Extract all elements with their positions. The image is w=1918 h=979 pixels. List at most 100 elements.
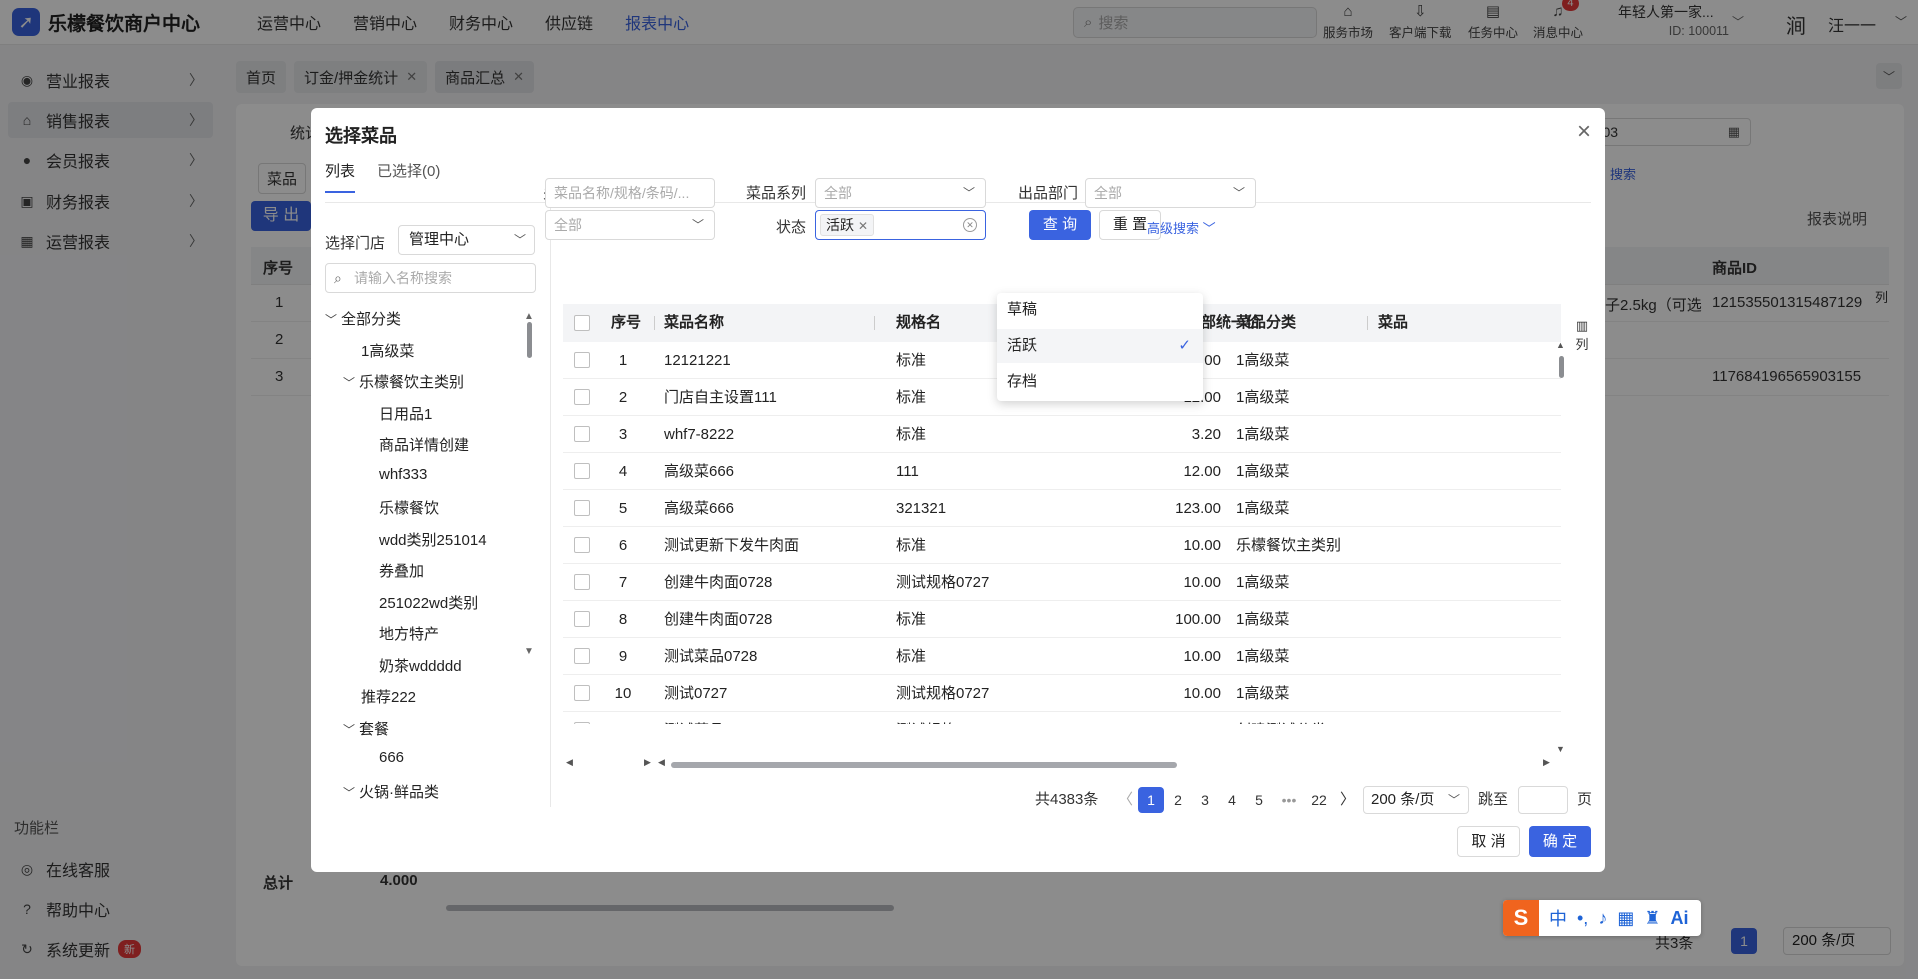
prev-page-button[interactable]: 〈	[1118, 787, 1133, 813]
page-22[interactable]: 22	[1306, 787, 1332, 813]
scroll-down-arrow-icon[interactable]: ▼	[524, 646, 534, 657]
table-row[interactable]: 7 创建牛肉面0728 测试规格0727 10.00 1高级菜	[563, 564, 1561, 601]
tree-node[interactable]: ﹀ 乐檬餐饮主类别	[343, 371, 464, 392]
shirt-icon[interactable]: ♜	[1644, 908, 1660, 929]
keyword-input[interactable]: 菜品名称/规格/条码/...	[545, 178, 715, 208]
keyword-placeholder: 菜品名称/规格/条码/...	[554, 185, 690, 201]
tree-scrollbar[interactable]	[527, 322, 532, 358]
advanced-search-link[interactable]: 高级搜索 ﹀	[1147, 218, 1216, 237]
status-option-draft[interactable]: 草稿	[997, 293, 1203, 327]
table-vertical-scrollbar[interactable]	[1559, 356, 1564, 378]
query-button[interactable]: 查 询	[1029, 210, 1091, 240]
column-settings-button[interactable]: ▥ 列	[1573, 318, 1591, 353]
table-row[interactable]: 9 测试菜品0728 标准 10.00 1高级菜	[563, 638, 1561, 675]
tree-node[interactable]: 251022wd类别	[379, 592, 478, 613]
series-select[interactable]: 全部 ﹀	[815, 178, 986, 208]
row-checkbox[interactable]	[574, 352, 590, 368]
row-checkbox[interactable]	[574, 611, 590, 627]
tree-node[interactable]: 券叠加	[379, 560, 424, 581]
table-row[interactable]: 10 测试0727 测试规格0727 10.00 1高级菜	[563, 675, 1561, 712]
tree-node[interactable]: 推荐222	[361, 686, 416, 707]
table-horizontal-scrollbar[interactable]	[671, 762, 1177, 768]
row-checkbox[interactable]	[574, 463, 590, 479]
mic-icon[interactable]: ♪	[1598, 908, 1607, 929]
series-value: 全部	[824, 185, 852, 201]
ime-lang-toggle[interactable]: 中	[1549, 905, 1567, 931]
page-4[interactable]: 4	[1219, 787, 1245, 813]
ime-punct-toggle[interactable]: •,	[1577, 908, 1588, 929]
row-checkbox[interactable]	[574, 685, 590, 701]
scroll-right-arrow-icon[interactable]: ▶	[1543, 757, 1550, 768]
page-3[interactable]: 3	[1192, 787, 1218, 813]
select-all-checkbox[interactable]	[574, 315, 590, 331]
keyboard-icon[interactable]: ▦	[1617, 908, 1634, 929]
tree-node[interactable]: 乐檬餐饮	[379, 497, 439, 518]
status-option-active[interactable]: 活跃 ✓	[997, 329, 1203, 363]
page-ellipsis[interactable]: •••	[1276, 787, 1302, 813]
chevron-down-icon[interactable]: ﹀	[343, 721, 359, 738]
table-row[interactable]: 3 whf7-8222 标准 3.20 1高级菜	[563, 416, 1561, 453]
status-option-archived[interactable]: 存档	[997, 365, 1203, 399]
row-checkbox[interactable]	[574, 500, 590, 516]
tree-node[interactable]: 666	[379, 749, 404, 766]
row-name: 测试菜品0727	[664, 712, 757, 724]
jump-page-input[interactable]	[1518, 786, 1568, 814]
tree-node[interactable]: ﹀ 套餐	[343, 718, 389, 739]
tree-node-label: 乐檬餐饮主类别	[359, 374, 465, 391]
tree-node-label: 火锅·鲜品类	[359, 783, 439, 801]
page-size-select[interactable]: 200 条/页 ﹀	[1363, 786, 1469, 814]
close-icon[interactable]: ×	[1577, 120, 1591, 144]
tree-node[interactable]: whf333	[379, 466, 427, 483]
brand-select[interactable]: 全部 ﹀	[545, 210, 715, 240]
tree-node[interactable]: wdd类别251014	[379, 529, 487, 550]
table-row[interactable]: 4 高级菜666 111 12.00 1高级菜	[563, 453, 1561, 490]
row-checkbox[interactable]	[574, 537, 590, 553]
tree-node-label: whf333	[379, 465, 428, 483]
table-row[interactable]: 11 测试菜品0727 测试规格0727 100.00 创建测试分类0723	[563, 712, 1561, 724]
tree-node[interactable]: 商品详情创建	[379, 434, 469, 455]
tree-node[interactable]: 1高级菜	[361, 340, 414, 361]
chevron-down-icon[interactable]: ﹀	[343, 374, 359, 391]
status-select[interactable]: 活跃 ✕ ✕	[815, 210, 986, 240]
ime-toolbar[interactable]: S 中 •, ♪ ▦ ♜ Ai	[1503, 900, 1701, 936]
page-1[interactable]: 1	[1138, 787, 1164, 813]
tree-node[interactable]: 地方特产	[379, 623, 439, 644]
chevron-down-icon[interactable]: ﹀	[343, 784, 359, 801]
page-2[interactable]: 2	[1165, 787, 1191, 813]
row-checkbox[interactable]	[574, 574, 590, 590]
row-checkbox[interactable]	[574, 389, 590, 405]
scroll-up-arrow-icon[interactable]: ▲	[524, 311, 534, 322]
close-icon[interactable]: ✕	[858, 219, 868, 233]
row-price: 3.20	[1191, 426, 1221, 443]
tree-node[interactable]: 日用品1	[379, 403, 432, 424]
row-checkbox[interactable]	[574, 648, 590, 664]
scroll-right-arrow-icon[interactable]: ▶	[644, 757, 651, 768]
tree-node[interactable]: ﹀ 全部分类	[325, 308, 401, 329]
tab-list[interactable]: 列表	[325, 160, 356, 193]
ime-ai-button[interactable]: Ai	[1670, 908, 1688, 929]
scroll-up-arrow-icon[interactable]: ▲	[1556, 340, 1565, 350]
scroll-left-arrow-icon[interactable]: ◀	[658, 757, 665, 768]
row-checkbox[interactable]	[574, 426, 590, 442]
confirm-button[interactable]: 确 定	[1529, 826, 1591, 857]
tree-node[interactable]: ﹀ 火锅·鲜品类	[343, 781, 439, 802]
table-row[interactable]: 6 测试更新下发牛肉面 标准 10.00 乐檬餐饮主类别	[563, 527, 1561, 564]
row-price: 123.00	[1175, 500, 1221, 517]
chevron-down-icon[interactable]: ﹀	[325, 311, 341, 328]
cancel-button[interactable]: 取 消	[1457, 826, 1520, 857]
clear-icon[interactable]: ✕	[963, 218, 977, 232]
tree-node-label: 日用品1	[379, 405, 433, 423]
tab-selected[interactable]: 已选择(0)	[377, 160, 440, 193]
table-row[interactable]: 5 高级菜666 321321 123.00 1高级菜	[563, 490, 1561, 527]
tree-search-input[interactable]: ⌕ 请输入名称搜索	[325, 263, 536, 293]
next-page-button[interactable]: 〉	[1340, 787, 1355, 813]
scroll-left-arrow-icon[interactable]: ◀	[566, 757, 573, 768]
row-checkbox[interactable]	[574, 722, 590, 724]
scroll-down-arrow-icon[interactable]: ▼	[1556, 744, 1565, 754]
page-5[interactable]: 5	[1246, 787, 1272, 813]
row-name: 测试更新下发牛肉面	[664, 537, 800, 554]
store-select[interactable]: 管理中心 ﹀	[398, 225, 535, 255]
dept-select[interactable]: 全部 ﹀	[1085, 178, 1256, 208]
table-row[interactable]: 8 创建牛肉面0728 标准 100.00 1高级菜	[563, 601, 1561, 638]
tree-node[interactable]: 奶茶wddddd	[379, 655, 462, 676]
